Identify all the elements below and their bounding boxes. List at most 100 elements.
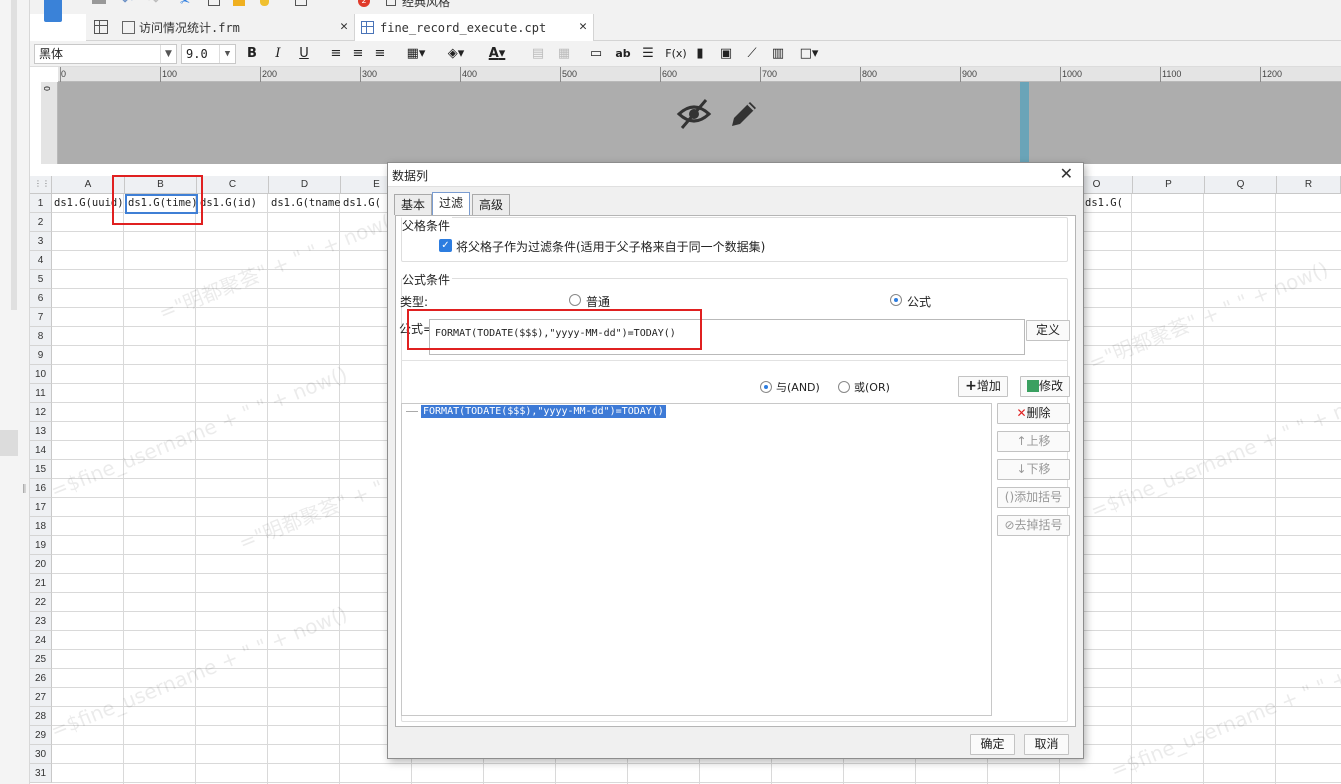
cell-C1[interactable]: ds1.G(id) — [200, 194, 270, 213]
row-header[interactable]: 4 — [30, 251, 52, 270]
cell-O1[interactable]: ds1.G( — [1085, 194, 1131, 213]
merge-cells-icon[interactable]: ▤ — [530, 45, 546, 63]
define-button[interactable]: 定义 — [1026, 320, 1070, 341]
move-down-button[interactable]: ↓下移 — [997, 459, 1070, 480]
column-header[interactable]: D — [269, 176, 341, 194]
cancel-button[interactable]: 取消 — [1024, 734, 1069, 755]
row-header[interactable]: 11 — [30, 384, 52, 403]
column-header[interactable]: R — [1277, 176, 1341, 194]
column-header[interactable]: P — [1133, 176, 1205, 194]
tab-advanced[interactable]: 高级 — [472, 194, 510, 215]
type-formula-radio[interactable] — [890, 294, 902, 306]
text-cell-button[interactable]: ab — [614, 45, 632, 63]
row-header[interactable]: 8 — [30, 327, 52, 346]
border-icon[interactable]: ▦▾ — [402, 45, 430, 63]
close-tab-icon[interactable]: ✕ — [340, 19, 348, 34]
left-scroll-track[interactable] — [11, 0, 17, 310]
row-header[interactable]: 18 — [30, 517, 52, 536]
row-header[interactable]: 23 — [30, 612, 52, 631]
underline-button[interactable]: U — [296, 45, 312, 63]
close-icon[interactable]: ✕ — [1060, 164, 1073, 183]
row-header[interactable]: 29 — [30, 726, 52, 745]
row-header[interactable]: 15 — [30, 460, 52, 479]
row-header[interactable]: 5 — [30, 270, 52, 289]
save-icon[interactable] — [92, 0, 106, 4]
notification-badge[interactable]: 2 — [358, 0, 370, 7]
parent-filter-checkbox[interactable]: ✓ — [439, 239, 452, 252]
row-header[interactable]: 24 — [30, 631, 52, 650]
tab-cpt[interactable]: fine_record_execute.cpt ✕ — [354, 14, 594, 41]
align-right-icon[interactable]: ≡ — [372, 45, 388, 63]
row-header[interactable]: 27 — [30, 688, 52, 707]
row-header[interactable]: 20 — [30, 555, 52, 574]
align-left-icon[interactable]: ≡ — [328, 45, 344, 63]
fill-color-icon[interactable]: ◈▾ — [442, 45, 470, 63]
logic-and-radio[interactable] — [760, 381, 772, 393]
dialog-titlebar[interactable]: 数据列 ✕ — [388, 163, 1083, 187]
row-header[interactable]: 31 — [30, 764, 52, 783]
cell-D1[interactable]: ds1.G(tname — [271, 194, 341, 213]
copy-icon[interactable] — [208, 0, 220, 6]
ok-button[interactable]: 确定 — [970, 734, 1015, 755]
richtext-icon[interactable]: ☰ — [640, 45, 656, 63]
row-header[interactable]: 30 — [30, 745, 52, 764]
row-header[interactable]: 7 — [30, 308, 52, 327]
format-painter-icon[interactable] — [260, 0, 269, 6]
condition-item[interactable]: FORMAT(TODATE($$$),"yyyy-MM-dd")=TODAY() — [421, 405, 666, 418]
row-header[interactable]: 25 — [30, 650, 52, 669]
row-header[interactable]: 26 — [30, 669, 52, 688]
grid-menu-icon[interactable] — [94, 20, 108, 34]
edit-pencil-icon[interactable] — [728, 96, 760, 130]
row-header[interactable]: 2 — [30, 213, 52, 232]
image-icon[interactable]: ▣ — [718, 45, 734, 63]
column-header[interactable]: Q — [1205, 176, 1277, 194]
float-element-icon[interactable]: □▾ — [794, 45, 824, 63]
font-family-select[interactable]: 黑体 ▼ — [34, 44, 177, 64]
row-header[interactable]: 19 — [30, 536, 52, 555]
row-header[interactable]: 17 — [30, 498, 52, 517]
undo-icon[interactable]: ↶ — [122, 0, 133, 9]
paste-icon[interactable] — [233, 0, 245, 6]
row-header[interactable]: 13 — [30, 422, 52, 441]
preview-icon[interactable] — [295, 0, 307, 6]
font-size-select[interactable]: 9.0 ▼ — [181, 44, 236, 64]
italic-button[interactable]: I — [270, 45, 286, 63]
type-normal-radio[interactable] — [569, 294, 581, 306]
column-header[interactable]: C — [197, 176, 269, 194]
tab-basic[interactable]: 基本 — [394, 194, 432, 215]
row-header[interactable]: 9 — [30, 346, 52, 365]
close-tab-icon[interactable]: ✕ — [579, 19, 587, 34]
style-label[interactable]: 经典风格 — [402, 0, 450, 10]
modify-condition-button[interactable]: 修改 — [1020, 376, 1070, 397]
tab-frm[interactable]: 访问情况统计.frm ✕ — [114, 14, 354, 41]
insert-row-icon[interactable]: ▭ — [588, 45, 604, 63]
remove-bracket-button[interactable]: ⊘去掉括号 — [997, 515, 1070, 536]
condition-list[interactable]: FORMAT(TODATE($$$),"yyyy-MM-dd")=TODAY() — [401, 403, 992, 716]
add-condition-button[interactable]: +增加 — [958, 376, 1008, 397]
hide-eye-icon[interactable] — [676, 96, 712, 132]
chart-icon[interactable]: ▮ — [692, 45, 708, 63]
delete-button[interactable]: ✕删除 — [997, 403, 1070, 424]
logic-or-radio[interactable] — [838, 381, 850, 393]
split-cells-icon[interactable]: ▦ — [556, 45, 572, 63]
bold-button[interactable]: B — [244, 45, 260, 63]
font-color-button[interactable]: A▾ — [482, 45, 512, 63]
add-bracket-button[interactable]: ()添加括号 — [997, 487, 1070, 508]
cut-icon[interactable]: ✂ — [180, 0, 190, 8]
parameter-design-area[interactable] — [58, 82, 1341, 164]
left-panel-tab[interactable] — [0, 430, 18, 456]
row-header[interactable]: 21 — [30, 574, 52, 593]
tab-filter[interactable]: 过滤 — [432, 192, 470, 216]
row-header[interactable]: 14 — [30, 441, 52, 460]
move-up-button[interactable]: ↑上移 — [997, 431, 1070, 452]
formula-button[interactable]: F(x) — [664, 45, 688, 63]
row-header[interactable]: 6 — [30, 289, 52, 308]
select-all-corner[interactable]: ⋮⋮⋮ — [30, 176, 58, 194]
slash-cell-icon[interactable]: ⟋ — [744, 45, 760, 63]
splitter-handle[interactable]: ‖ — [22, 484, 27, 494]
report-logo-icon[interactable] — [44, 0, 62, 22]
row-header[interactable]: 3 — [30, 232, 52, 251]
row-header[interactable]: 22 — [30, 593, 52, 612]
style-icon[interactable] — [386, 0, 396, 6]
subreport-icon[interactable]: ▥ — [770, 45, 786, 63]
